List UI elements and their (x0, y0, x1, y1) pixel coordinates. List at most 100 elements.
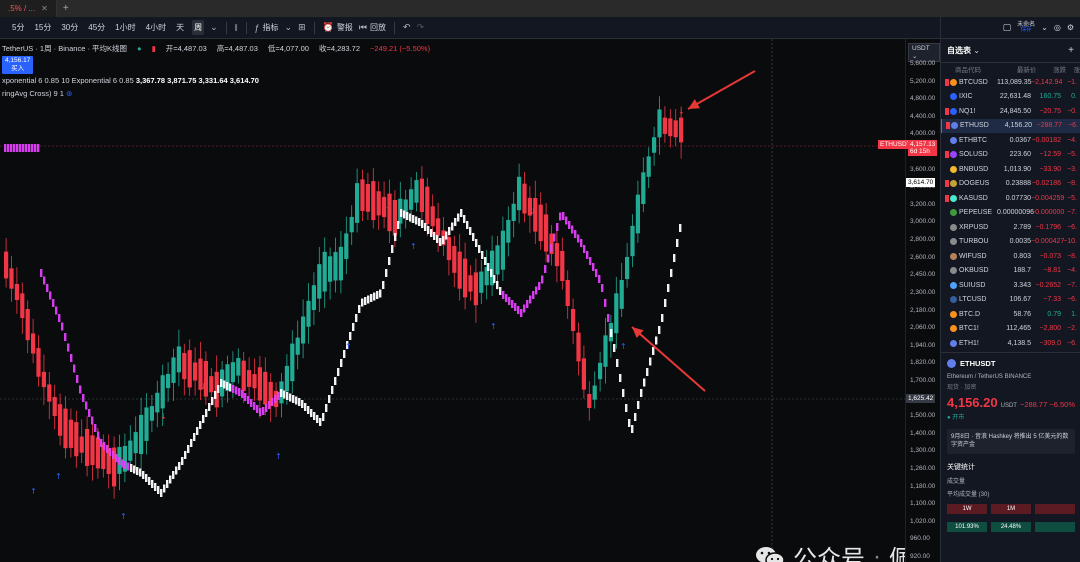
perf-cell[interactable]: 24.48% (991, 521, 1031, 532)
column-last[interactable]: 最新价 (1003, 64, 1037, 74)
layout-name-button[interactable]: 未命名 保存 (1017, 22, 1035, 34)
flag-icon[interactable] (945, 253, 949, 260)
close-icon[interactable]: ✕ (41, 4, 48, 13)
flag-icon[interactable] (945, 180, 949, 188)
flag-icon[interactable] (945, 224, 949, 231)
flag-icon[interactable] (945, 311, 949, 318)
flag-icon[interactable] (945, 296, 949, 303)
buy-price-chip[interactable]: 4,156.17 买入 (2, 56, 34, 74)
legend-symbol[interactable]: TetherUS · 1周 · Binance · 平均K线图 (2, 43, 127, 54)
ma-segment (607, 314, 610, 322)
timeframe-15m[interactable]: 15分 (32, 20, 53, 35)
chart-pane[interactable]: ↑ ↑ ↑ ↓ ↓ ↑ ↑ ↓ ↑ ↑ ↓ ↑ ↓ TetherUS · 1周 · Binance · … (0, 39, 905, 562)
column-percent[interactable]: 涨 (1066, 64, 1080, 74)
settings-icon[interactable]: ⚙ (1067, 23, 1074, 32)
timeframe-1d[interactable]: 天 (174, 20, 186, 35)
timeframe-5m[interactable]: 5分 (10, 20, 26, 35)
ma-segment (526, 300, 529, 308)
watchlist-row[interactable]: NQ1! 24,845.50 −20.75 −0. (941, 104, 1080, 119)
detail-symbol[interactable]: ETHUSDT (960, 359, 995, 368)
flag-icon[interactable] (946, 122, 950, 130)
candle-body (230, 362, 235, 383)
flag-icon[interactable] (945, 267, 949, 274)
replay-button[interactable]: ⏮ 回放 (359, 22, 386, 33)
watchlist-row[interactable]: ETHBTC 0.0367 −0.00182 −4. (941, 133, 1080, 148)
watchlist-row[interactable]: DOGEUS 0.23888 −0.02186 −8. (941, 177, 1080, 192)
watchlist-row[interactable]: BTCUSD 113,089.35 −2,142.94 −1. (941, 75, 1080, 90)
timeframe-1w[interactable]: 周 (192, 20, 205, 35)
watchlist-row[interactable]: TURBOU 0.0035 −0.000427 −10. (941, 235, 1080, 250)
chevron-down-icon[interactable]: ⌄ (1041, 23, 1048, 32)
flag-icon[interactable] (945, 137, 949, 144)
watchlist-row[interactable]: ETHUSD 4,156.20 −288.77 −6. (941, 118, 1080, 133)
watchlist-row[interactable]: BTC1! 112,465 −2,800 −2. (941, 322, 1080, 337)
timeframe-4h[interactable]: 4小时 (144, 20, 168, 35)
layout-icon[interactable]: ▢ (1003, 22, 1012, 33)
watchlist-title-button[interactable]: 自选表 ⌄ (947, 45, 980, 56)
flag-icon[interactable]: ▮ (152, 44, 156, 53)
bar-style-icon[interactable]: ⫾ (235, 22, 238, 33)
candle-body (209, 376, 214, 393)
candle-body (425, 186, 430, 225)
flag-icon[interactable] (945, 194, 949, 202)
flag-icon[interactable] (945, 238, 949, 245)
alert-button[interactable]: ⏰ 警报 (323, 22, 353, 33)
watchlist-row[interactable]: SOLUSD 223.60 −12.59 −5. (941, 148, 1080, 163)
flag-icon[interactable] (945, 209, 949, 216)
flag-icon[interactable] (945, 166, 949, 173)
indicators-button[interactable]: ƒ 指标 (255, 22, 279, 33)
flag-icon[interactable] (945, 340, 949, 347)
indicator-legend-2[interactable]: ringAvg Cross) 9 1 ⊛ (2, 89, 72, 98)
column-symbol[interactable]: 商品代码 (955, 64, 1003, 74)
flag-icon[interactable] (945, 325, 949, 332)
price-axis[interactable]: USDT ⌄ 5,600.00 5,200.00 4,800.00 4,400.00 4… (878, 39, 940, 562)
perf-cell[interactable]: 1M (991, 503, 1031, 514)
watchlist-row[interactable]: OKBUSD 188.7 −8.81 −4. (941, 264, 1080, 279)
flag-icon[interactable] (945, 107, 949, 115)
chevron-down-icon[interactable]: ⌄ (210, 22, 218, 33)
watchlist-row[interactable]: IXIC 22,631.48 160.75 0. (941, 90, 1080, 105)
browser-tab[interactable]: .5% / ... ✕ (0, 0, 57, 17)
ma-segment (574, 230, 577, 238)
watchlist-row[interactable]: KASUSD 0.07730 −0.004259 −5. (941, 191, 1080, 206)
candle-body (203, 361, 208, 397)
layout-save-label: 保存 (1020, 26, 1032, 33)
watchlist-change: −2,142.94 (1031, 78, 1063, 86)
timeframe-45m[interactable]: 45分 (86, 20, 107, 35)
add-symbol-icon[interactable]: + (1068, 45, 1074, 56)
ma-segment (352, 323, 355, 331)
watchlist-row[interactable]: ETH1! 4,138.5 −309.0 −6. (941, 336, 1080, 351)
flag-icon[interactable] (945, 282, 949, 289)
flag-icon[interactable] (945, 78, 949, 86)
ma-segment (124, 461, 127, 469)
timeframe-1h[interactable]: 1小时 (113, 20, 137, 35)
redo-icon[interactable]: ↷ (417, 22, 425, 33)
perf-cell[interactable]: 1W (947, 503, 987, 514)
perf-cell[interactable] (1035, 521, 1075, 532)
layout-grid-icon[interactable]: ⊞ (298, 22, 306, 33)
snapshot-icon[interactable]: ◎ (1054, 23, 1061, 32)
watchlist-row[interactable]: XRPUSD 2.789 −0.1796 −6. (941, 220, 1080, 235)
watchlist-row[interactable]: BTC.D 58.76 0.79 1. (941, 307, 1080, 322)
perf-cell[interactable]: 101.93% (947, 521, 987, 532)
ma-segment (469, 227, 472, 235)
detail-exchange[interactable]: BINANCE (1005, 374, 1032, 380)
column-change[interactable]: 涨跌 (1036, 64, 1066, 74)
flag-icon[interactable] (945, 93, 949, 100)
new-tab-button[interactable]: + (57, 3, 75, 14)
watchlist-row[interactable]: LTCUSD 106.67 −7.33 −6. (941, 293, 1080, 308)
watchlist-row[interactable]: BNBUSD 1,013.90 −33.90 −3. (941, 162, 1080, 177)
undo-icon[interactable]: ↶ (403, 22, 411, 33)
detail-name[interactable]: Ethereum / TetherUS (947, 374, 1003, 380)
watchlist-row[interactable]: SUIUSD 3.343 −0.2652 −7. (941, 278, 1080, 293)
watchlist-row[interactable]: WIFUSD 0.803 −0.073 −8. (941, 249, 1080, 264)
settings-icon[interactable]: ⊛ (66, 89, 72, 98)
watchlist-row[interactable]: PEPEUSE 0.00000096 −0.000000 −7. (941, 206, 1080, 221)
news-item[interactable]: 9月8日 · 音浪 Hashkey 将推出 5 亿美元的数字资产金 (947, 429, 1075, 454)
chevron-down-icon[interactable]: ⌄ (285, 22, 293, 33)
perf-cell[interactable] (1035, 503, 1075, 514)
timeframe-30m[interactable]: 30分 (59, 20, 80, 35)
indicator-legend[interactable]: xponential 6 0.85 10 Exponential 6 0.85 … (2, 76, 259, 85)
ma-segment (43, 276, 46, 285)
flag-icon[interactable] (945, 151, 949, 159)
